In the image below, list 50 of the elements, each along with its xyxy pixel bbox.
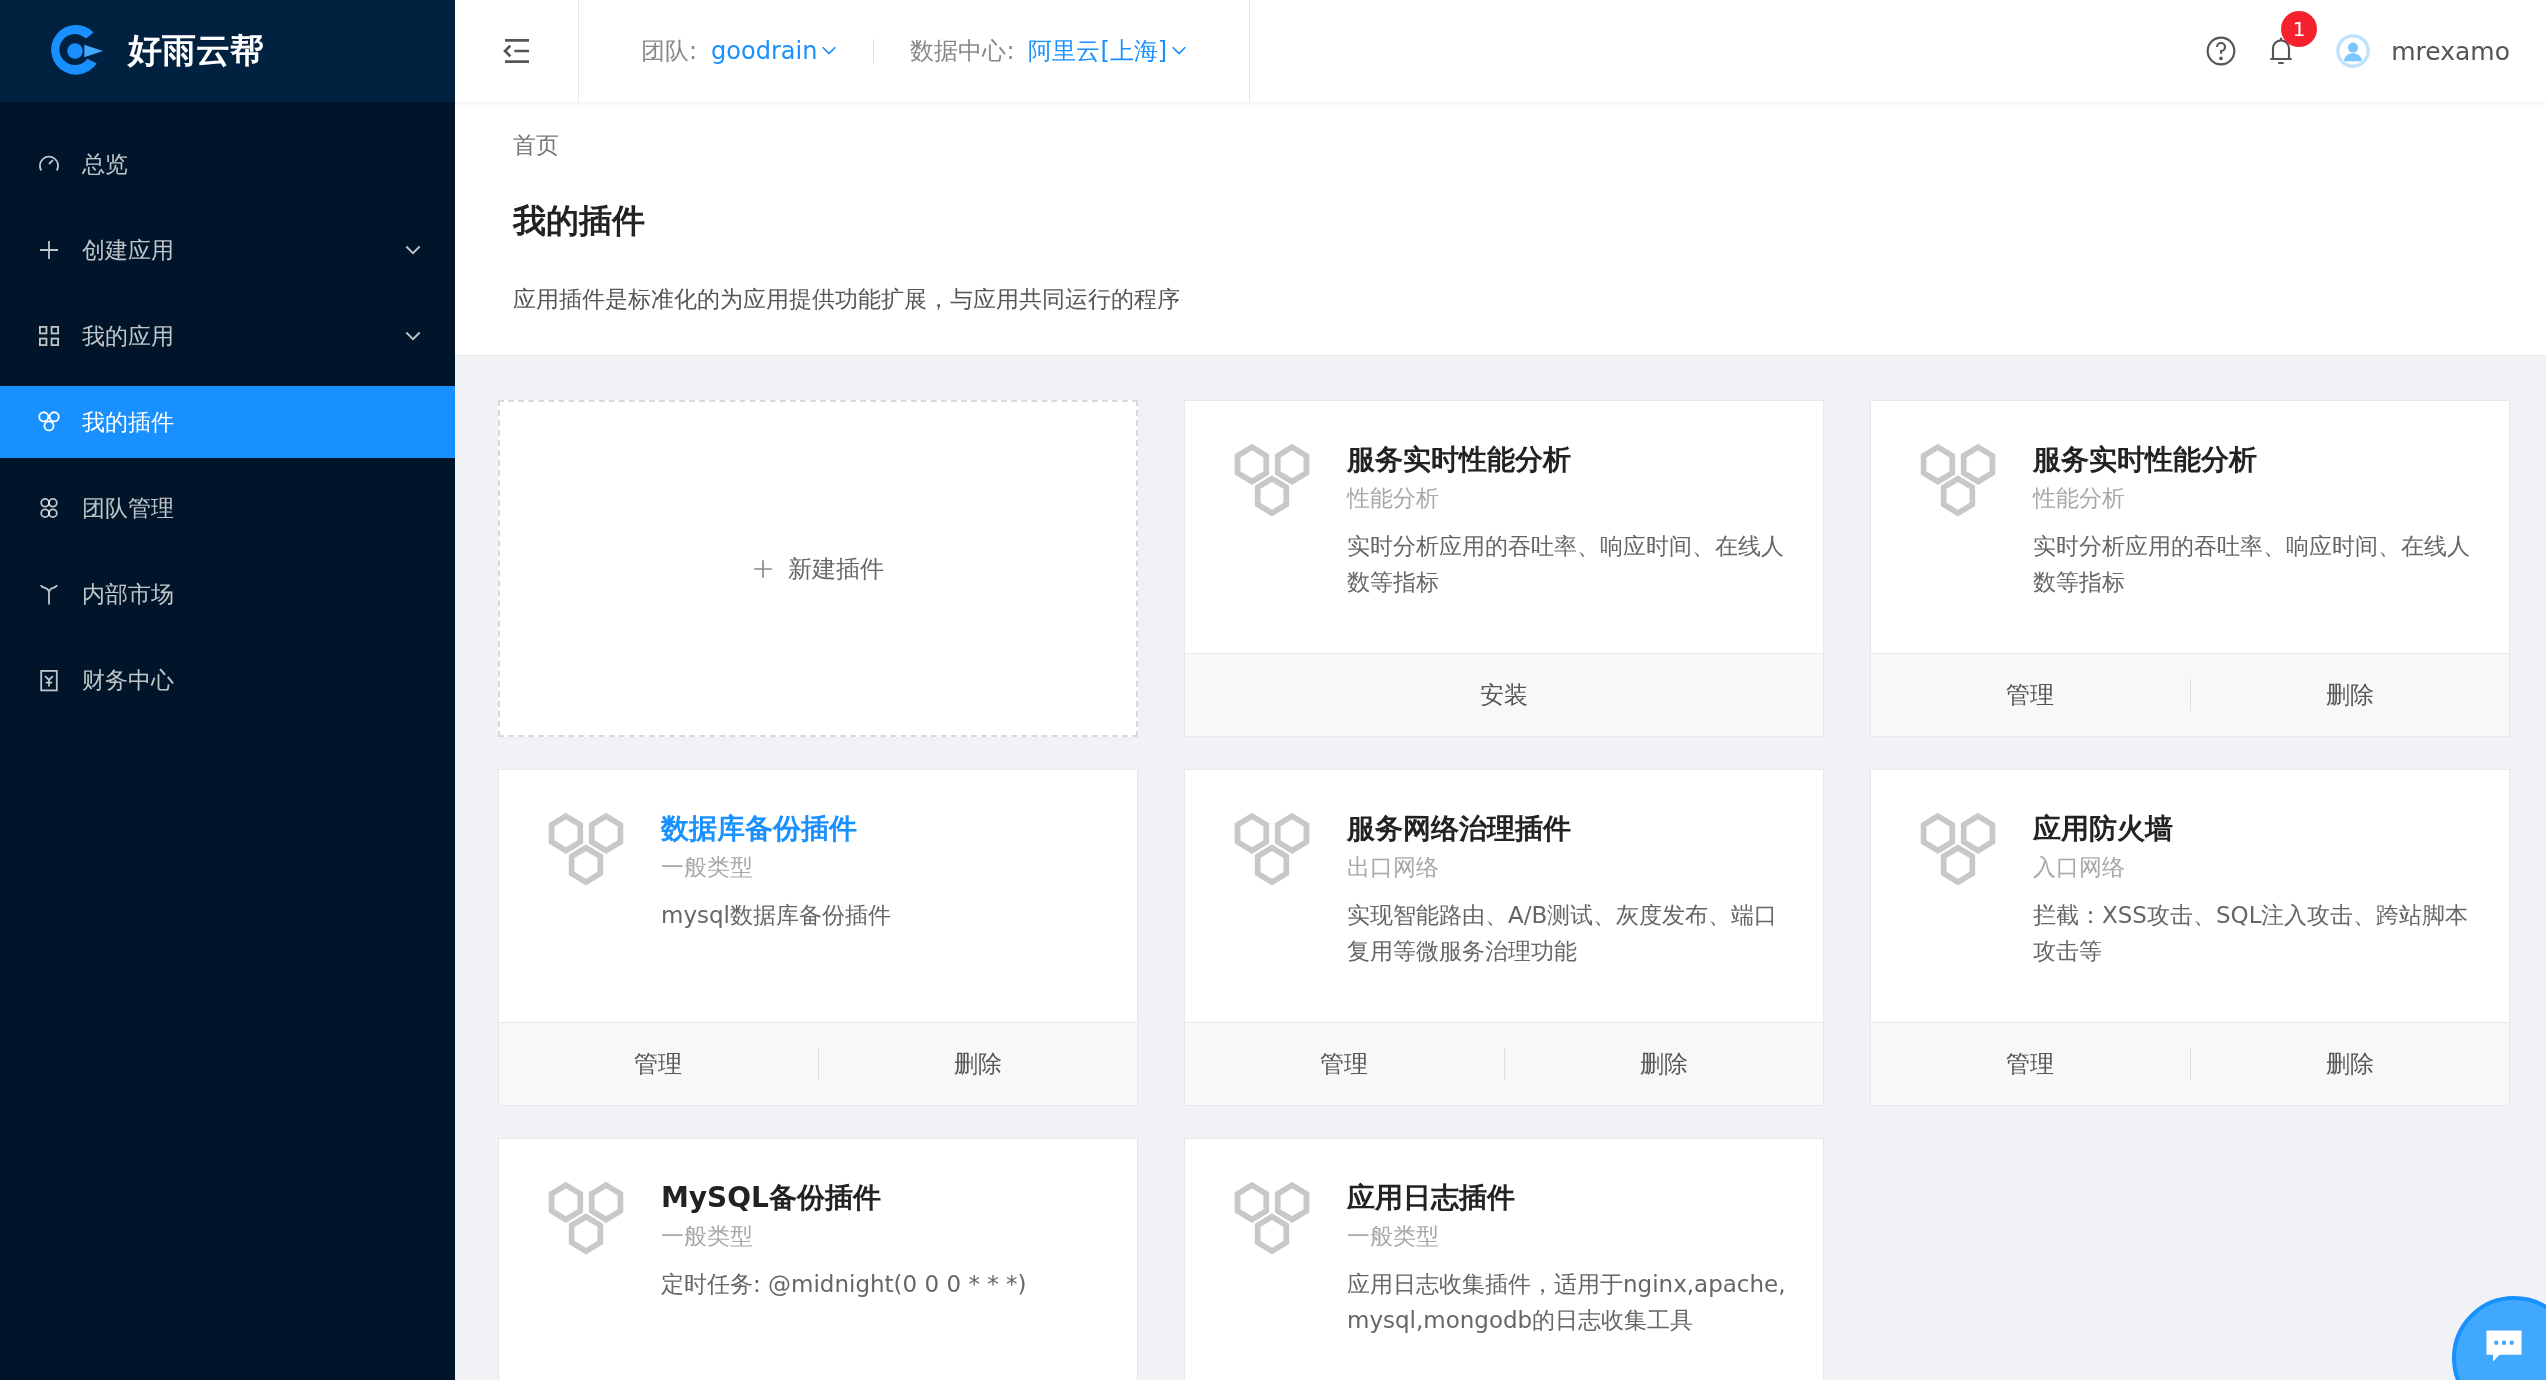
menu-item[interactable]: 我的应用 bbox=[0, 300, 455, 372]
card-action-button[interactable]: 删除 bbox=[2190, 654, 2509, 736]
plugin-description: 实时分析应用的吞吐率、响应时间、在线人数等指标 bbox=[2033, 532, 2471, 597]
plugin-description: 应用日志收集插件，适用于nginx,apache,mysql,mongodb的日志收集工具 bbox=[1347, 1270, 1787, 1335]
plugin-title[interactable]: 应用日志插件 bbox=[1347, 1179, 1515, 1217]
card-action-button[interactable]: 删除 bbox=[1504, 1023, 1823, 1105]
caret-icon bbox=[821, 46, 838, 56]
plugin-category: 性能分析 bbox=[1347, 484, 1439, 513]
menu-item[interactable]: 内部市场 bbox=[0, 558, 455, 630]
datacenter-label: 数据中心: bbox=[910, 36, 1015, 67]
breadcrumb[interactable]: 首页 bbox=[513, 130, 559, 161]
card-action-button[interactable]: 删除 bbox=[818, 1023, 1137, 1105]
caret-icon bbox=[1171, 46, 1188, 56]
plugin-title[interactable]: 服务实时性能分析 bbox=[1347, 441, 1571, 479]
team-label: 团队: bbox=[641, 36, 698, 67]
plugin-title[interactable]: 应用防火墙 bbox=[2033, 810, 2173, 848]
plugin-title[interactable]: MySQL备份插件 bbox=[661, 1179, 881, 1217]
help-icon[interactable] bbox=[2205, 35, 2238, 67]
plugin-description: 拦截：XSS攻击、SQL注入攻击、跨站脚本攻击等 bbox=[2033, 901, 2470, 966]
user-name[interactable]: mrexamo bbox=[2391, 36, 2510, 66]
card-action-button[interactable]: 管理 bbox=[1185, 1023, 1504, 1105]
card-action-button[interactable]: 管理 bbox=[1871, 1023, 2190, 1105]
brand-name: 好雨云帮 bbox=[128, 29, 264, 72]
plus-icon bbox=[752, 557, 774, 580]
card-action-button[interactable]: 安装 bbox=[1185, 654, 1823, 736]
plugin-category: 性能分析 bbox=[2033, 484, 2125, 513]
menu-item[interactable]: 财务中心 bbox=[0, 644, 455, 716]
plugin-title[interactable]: 服务实时性能分析 bbox=[2033, 441, 2257, 479]
plugin-description: 定时任务: @midnight(0 0 0 * * *) bbox=[661, 1270, 1027, 1299]
page-description: 应用插件是标准化的为应用提供功能扩展，与应用共同运行的程序 bbox=[513, 285, 1180, 314]
plugin-category: 一般类型 bbox=[661, 853, 753, 882]
avatar-icon[interactable] bbox=[2335, 33, 2372, 69]
plugin-description: 实现智能路由、A/B测试、灰度发布、端口复用等微服务治理功能 bbox=[1347, 901, 1779, 966]
notification-badge: 1 bbox=[2281, 11, 2318, 47]
new-plugin-button[interactable]: 新建插件 bbox=[498, 400, 1138, 737]
menu-item[interactable]: 总览 bbox=[0, 128, 455, 200]
card-action-button[interactable]: 管理 bbox=[1871, 654, 2190, 736]
plugin-category: 一般类型 bbox=[1347, 1222, 1439, 1251]
menu-item[interactable]: 创建应用 bbox=[0, 214, 455, 286]
grid-icon bbox=[36, 323, 62, 349]
plugin-title[interactable]: 服务网络治理插件 bbox=[1347, 810, 1571, 848]
plugin-description: 实时分析应用的吞吐率、响应时间、在线人数等指标 bbox=[1347, 532, 1785, 597]
plugin-category: 一般类型 bbox=[661, 1222, 753, 1251]
plugin-category: 出口网络 bbox=[1347, 853, 1439, 882]
menu-item[interactable]: 团队管理 bbox=[0, 472, 455, 544]
page-title: 我的插件 bbox=[513, 200, 645, 242]
card-action-button[interactable]: 管理 bbox=[499, 1023, 818, 1105]
card-action-button[interactable]: 删除 bbox=[2190, 1023, 2509, 1105]
plugin-category: 入口网络 bbox=[2033, 853, 2125, 882]
plugin-description: mysql数据库备份插件 bbox=[661, 901, 891, 930]
